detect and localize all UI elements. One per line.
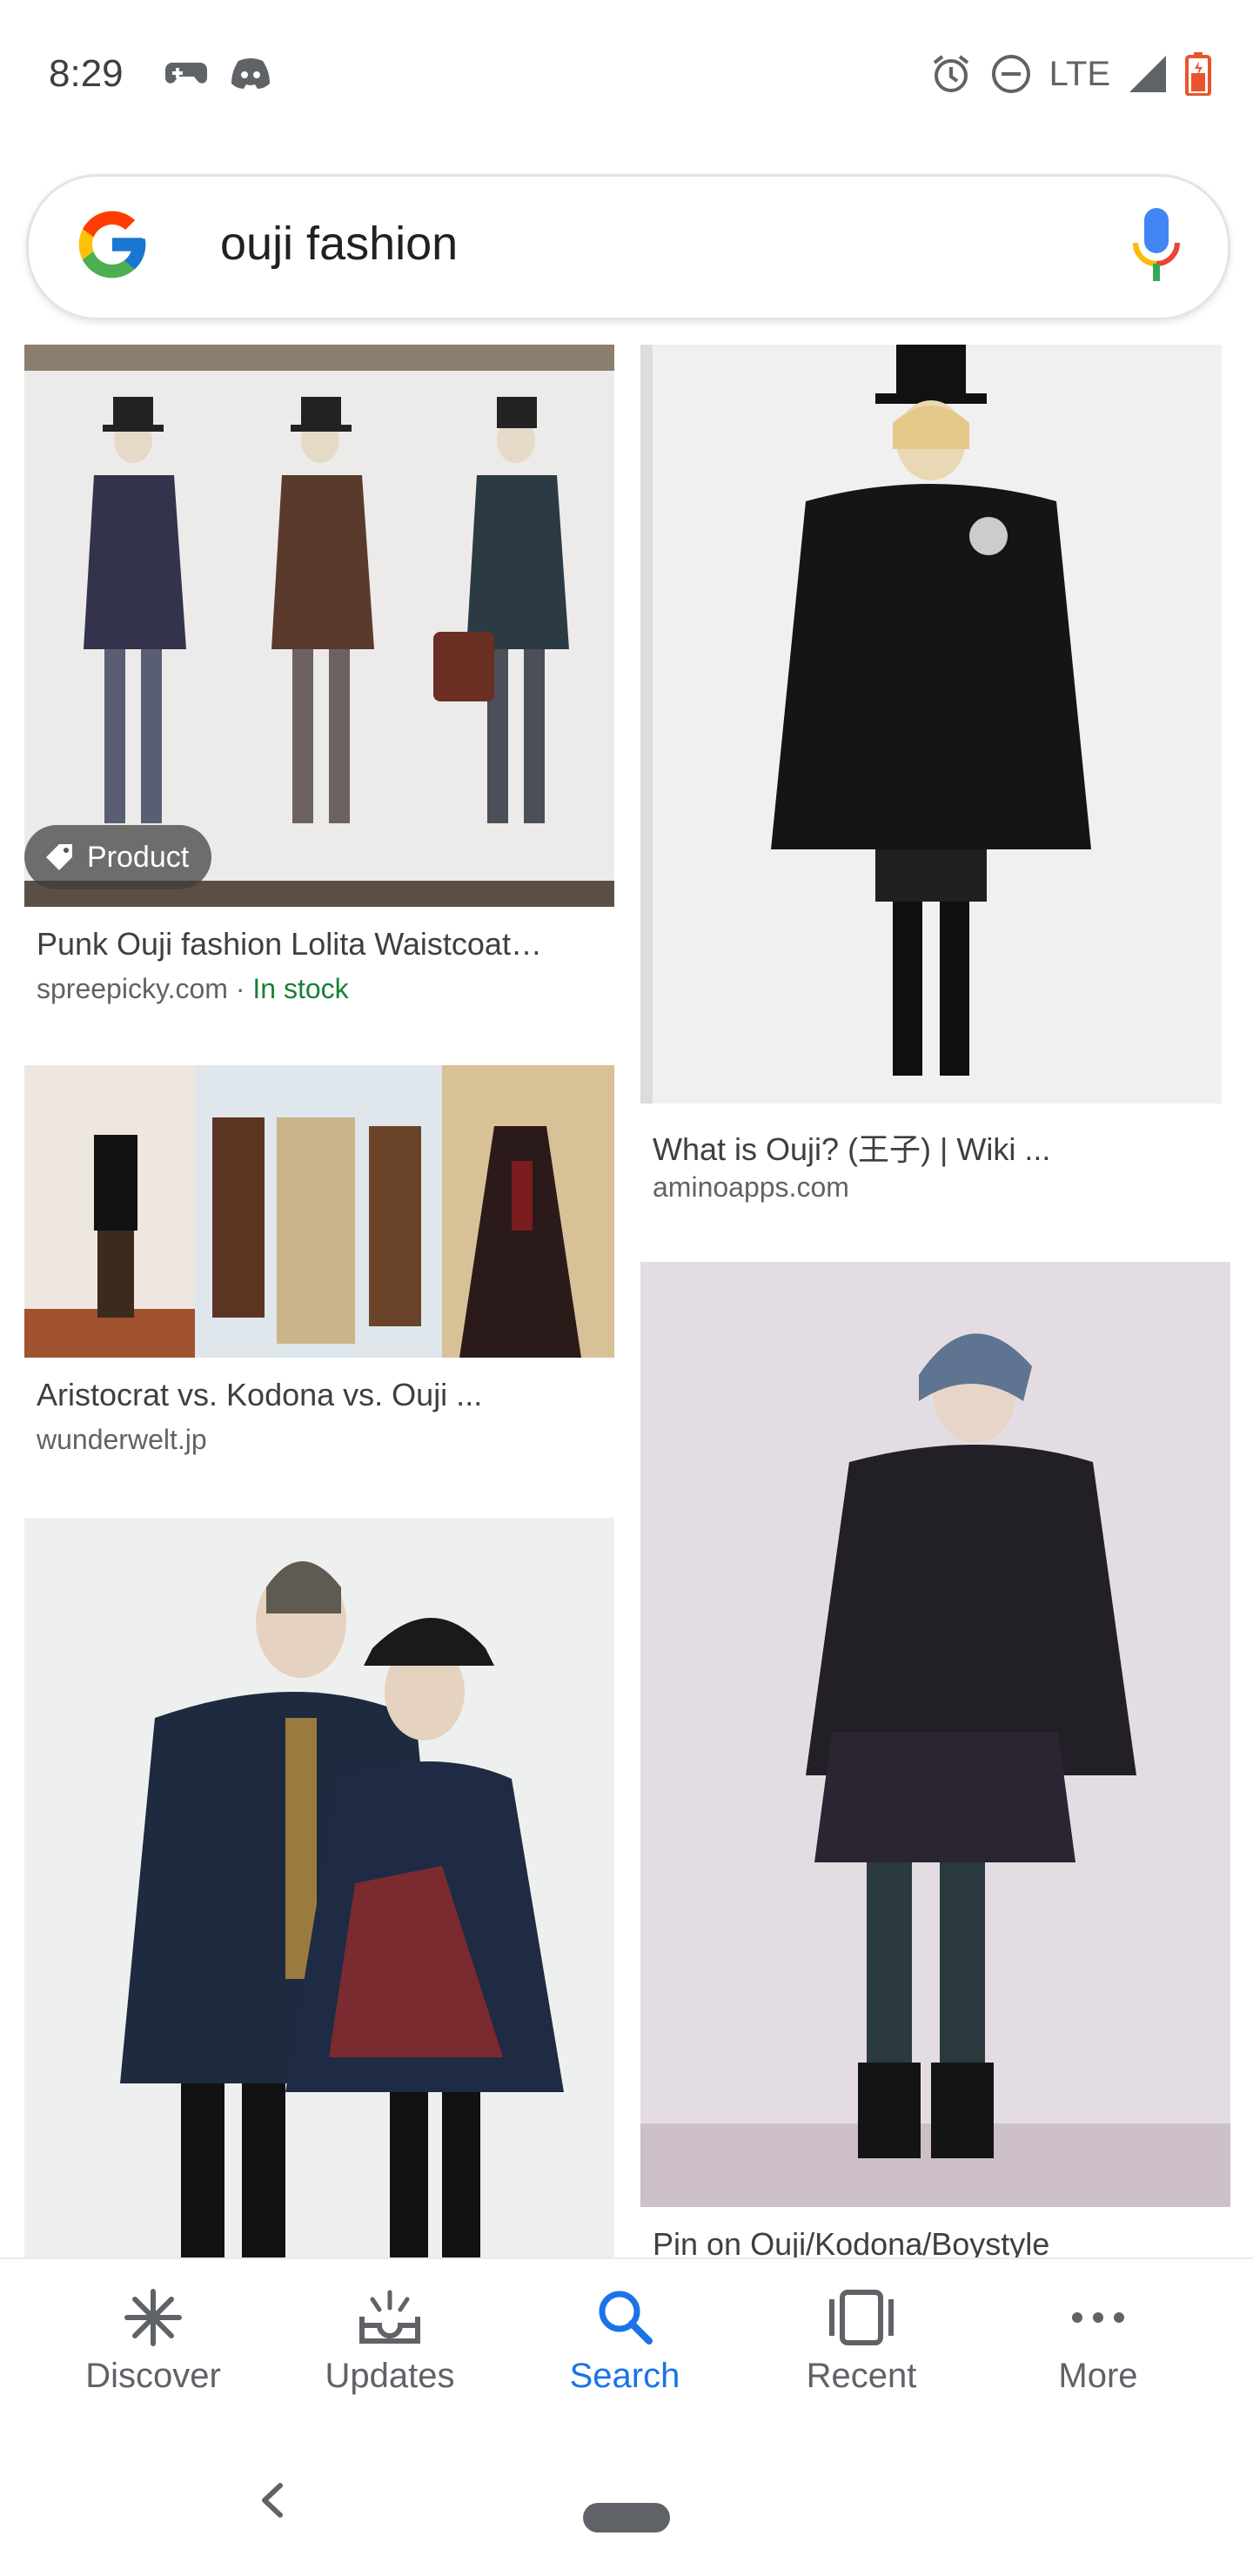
system-status-icons: LTE [929,52,1211,96]
recent-cards-icon [829,2290,894,2345]
battery-icon [1185,52,1211,96]
nav-search[interactable]: Search [529,2287,720,2396]
updates-tray-icon [359,2290,420,2344]
tag-icon [46,844,72,870]
system-navigation-bar [0,2428,1253,2576]
result-image-punk-ouji[interactable] [24,345,614,907]
do-not-disturb-icon [991,55,1030,93]
result-source: aminoapps.com [653,1171,849,1203]
google-g-logo[interactable] [72,205,152,285]
nav-discover[interactable]: Discover [57,2287,249,2396]
image-results-grid[interactable]: Product Punk Ouji fashion Lolita Waistco… [0,345,1253,2257]
home-gesture-pill[interactable] [583,2503,670,2532]
result-image-pin-ouji-kodona[interactable] [640,1262,1230,2207]
game-controller-icon [165,63,207,84]
status-time: 8:29 [49,52,124,95]
stock-status: In stock [252,973,349,1004]
nav-label: Updates [325,2357,455,2395]
nav-label: More [1058,2357,1138,2395]
discord-icon [231,58,270,89]
status-bar: 8:29 LTE [0,0,1253,153]
notification-icons [165,56,271,91]
bottom-navigation: Discover Updates Search Recent More [0,2257,1253,2430]
nav-updates[interactable]: Updates [294,2287,486,2396]
search-icon [599,2291,653,2345]
result-title[interactable]: Pin on Ouji/Kodona/Boystyle [653,2226,1209,2257]
result-title[interactable]: What is Ouji? (王子) | Wiki ... [653,1124,1209,1170]
mic-icon[interactable] [1130,205,1183,288]
network-type: LTE [1049,54,1110,93]
alarm-icon [933,55,968,92]
search-bar[interactable]: ouji fashion [26,174,1230,320]
result-title[interactable]: Aristocrat vs. Kodona vs. Ouji ... [37,1377,602,1413]
nav-recent[interactable]: Recent [766,2287,957,2396]
nav-label: Search [569,2357,680,2395]
back-arrow-icon[interactable] [252,2479,296,2522]
result-source: spreepicky.com · In stock [37,973,349,1005]
result-image-what-is-ouji[interactable] [640,345,1222,1104]
more-dots-icon [1072,2312,1124,2323]
result-title[interactable]: Punk Ouji fashion Lolita Waistcoat… [37,926,602,963]
asterisk-icon [124,2289,182,2346]
product-badge-label: Product [87,840,190,874]
source-separator: · [227,973,253,1004]
result-image-aristocrat-kodona[interactable] [24,1065,614,1358]
nav-label: Discover [85,2357,221,2395]
result-image-navy-coats[interactable] [24,1518,614,2257]
search-input[interactable]: ouji fashion [220,217,458,271]
result-source-domain: spreepicky.com [37,973,228,1004]
result-source: wunderwelt.jp [37,1424,207,1455]
nav-more[interactable]: More [1002,2287,1194,2396]
signal-icon [1129,56,1166,92]
product-badge: Product [24,825,212,889]
nav-label: Recent [806,2357,917,2395]
